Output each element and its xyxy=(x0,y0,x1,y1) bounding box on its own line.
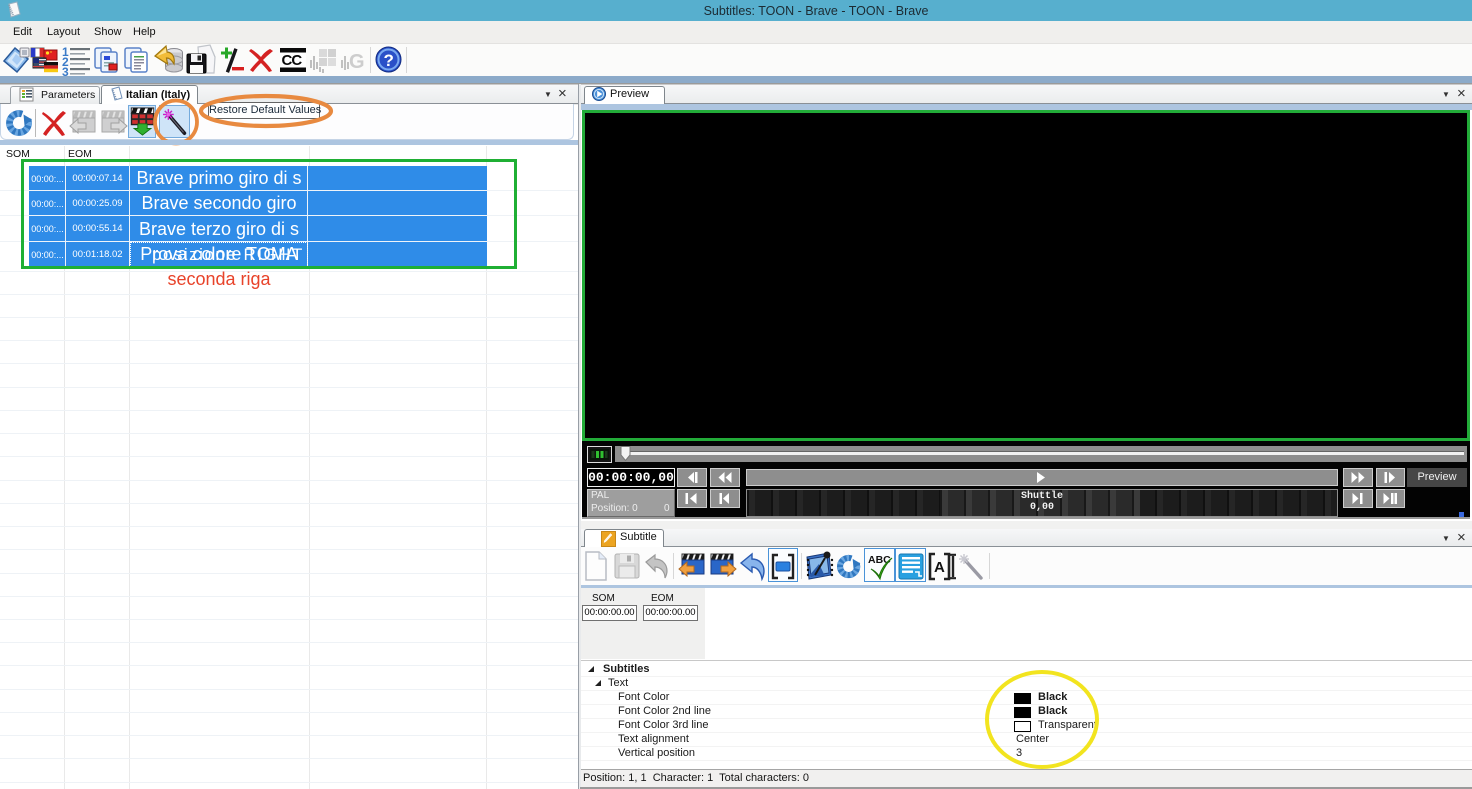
svg-text:G: G xyxy=(349,51,365,73)
svg-text:ABC: ABC xyxy=(868,554,891,566)
svg-text:A: A xyxy=(934,559,945,576)
svg-text:?: ? xyxy=(384,51,394,70)
svg-text:CC: CC xyxy=(282,52,303,69)
